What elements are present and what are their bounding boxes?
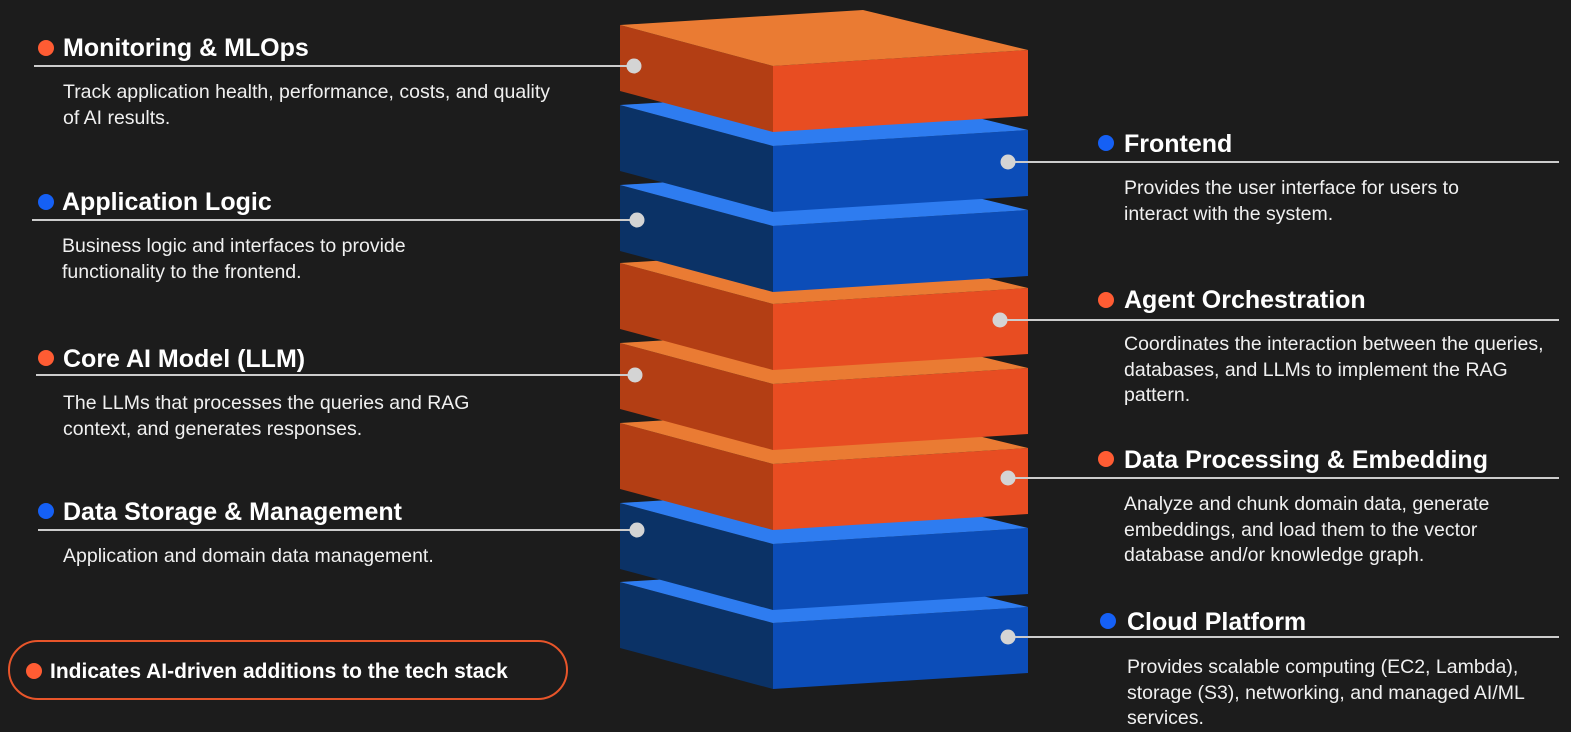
connector-data-storage-endpoint bbox=[629, 522, 645, 538]
ai-indicator-dot bbox=[1098, 451, 1114, 467]
ai-indicator-dot bbox=[1098, 292, 1114, 308]
connector-data-processing-endpoint bbox=[1000, 470, 1016, 486]
label-core-ai-model: Core AI Model (LLM) The LLMs that proces… bbox=[38, 344, 469, 440]
base-indicator-dot bbox=[38, 194, 54, 210]
label-title: Cloud Platform bbox=[1127, 608, 1307, 636]
label-description: Application and domain data management. bbox=[63, 545, 434, 567]
label-description: The LLMs that processes the queries and … bbox=[63, 392, 470, 440]
connector-application-logic-endpoint bbox=[629, 212, 645, 228]
label-title: Core AI Model (LLM) bbox=[63, 345, 306, 373]
label-description: Provides the user interface for users to… bbox=[1124, 177, 1459, 225]
label-application-logic: Application Logic Business logic and int… bbox=[38, 187, 406, 283]
connector-agent-orchestration-endpoint bbox=[992, 312, 1008, 328]
connector-monitoring-endpoint bbox=[626, 58, 642, 74]
label-title: Data Storage & Management bbox=[63, 498, 402, 526]
connector-cloud-platform-endpoint bbox=[1000, 629, 1016, 645]
label-cloud-platform: Cloud Platform Provides scalable computi… bbox=[1100, 607, 1524, 729]
base-indicator-dot bbox=[1100, 613, 1116, 629]
connector-core-ai-endpoint bbox=[627, 367, 643, 383]
ai-indicator-dot bbox=[38, 350, 54, 366]
label-title: Monitoring & MLOps bbox=[63, 34, 309, 62]
label-agent-orchestration: Agent Orchestration Coordinates the inte… bbox=[1098, 285, 1544, 406]
base-indicator-dot bbox=[1098, 135, 1114, 151]
label-description: Coordinates the interaction between the … bbox=[1124, 333, 1544, 406]
label-monitoring-mlops: Monitoring & MLOps Track application hea… bbox=[38, 33, 550, 129]
label-description: Track application health, performance, c… bbox=[63, 81, 551, 129]
connector-frontend-endpoint bbox=[1000, 154, 1016, 170]
label-title: Frontend bbox=[1124, 130, 1233, 158]
label-description: Analyze and chunk domain data, generate … bbox=[1124, 493, 1490, 566]
label-description: Business logic and interfaces to provide… bbox=[62, 235, 406, 283]
legend-text: Indicates AI-driven additions to the tec… bbox=[50, 660, 508, 683]
base-indicator-dot bbox=[38, 503, 54, 519]
label-data-storage-management: Data Storage & Management Application an… bbox=[38, 497, 434, 567]
label-title: Agent Orchestration bbox=[1124, 286, 1366, 314]
legend: Indicates AI-driven additions to the tec… bbox=[8, 640, 568, 700]
label-data-processing-embedding: Data Processing & Embedding Analyze and … bbox=[1098, 445, 1489, 566]
label-description: Provides scalable computing (EC2, Lambda… bbox=[1127, 656, 1525, 729]
label-frontend: Frontend Provides the user interface for… bbox=[1098, 129, 1459, 225]
label-title: Application Logic bbox=[62, 188, 272, 216]
ai-indicator-dot bbox=[26, 663, 42, 679]
label-title: Data Processing & Embedding bbox=[1124, 446, 1488, 474]
ai-indicator-dot bbox=[38, 40, 54, 56]
